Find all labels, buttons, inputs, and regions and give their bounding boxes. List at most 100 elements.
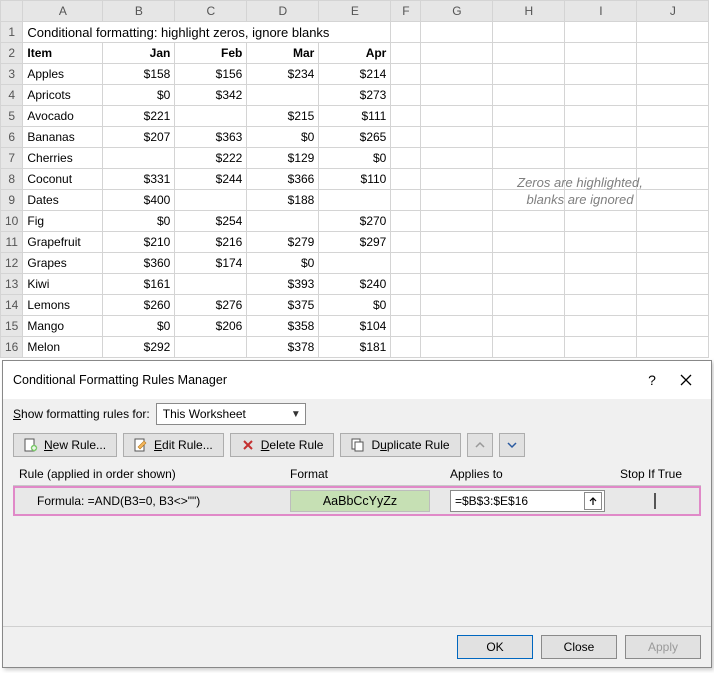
cell[interactable]: Apples <box>23 64 103 85</box>
row-header[interactable]: 2 <box>1 43 23 64</box>
cell[interactable]: $188 <box>247 190 319 211</box>
cell[interactable]: $375 <box>247 295 319 316</box>
cell[interactable] <box>637 295 709 316</box>
cell[interactable]: Grapefruit <box>23 232 103 253</box>
cell[interactable] <box>421 148 493 169</box>
cell[interactable] <box>637 253 709 274</box>
cell[interactable] <box>493 337 565 358</box>
cell[interactable]: $273 <box>319 85 391 106</box>
cell[interactable] <box>565 148 637 169</box>
cell[interactable]: $360 <box>103 253 175 274</box>
cell[interactable] <box>493 190 565 211</box>
cell[interactable]: $216 <box>175 232 247 253</box>
cell[interactable]: $260 <box>103 295 175 316</box>
cell[interactable]: $181 <box>319 337 391 358</box>
col-header[interactable]: E <box>319 1 391 22</box>
cell[interactable] <box>391 295 421 316</box>
cell[interactable]: $270 <box>319 211 391 232</box>
row-header[interactable]: 8 <box>1 169 23 190</box>
cell[interactable] <box>319 190 391 211</box>
cell[interactable] <box>493 232 565 253</box>
close-icon[interactable] <box>669 369 703 391</box>
cell[interactable] <box>391 211 421 232</box>
col-header[interactable]: C <box>175 1 247 22</box>
cell[interactable] <box>637 190 709 211</box>
cell[interactable] <box>493 253 565 274</box>
cell[interactable]: $363 <box>175 127 247 148</box>
cell[interactable]: $156 <box>175 64 247 85</box>
cell[interactable]: $0 <box>103 85 175 106</box>
cell[interactable]: Grapes <box>23 253 103 274</box>
cell[interactable]: $104 <box>319 316 391 337</box>
cell[interactable] <box>391 274 421 295</box>
cell[interactable]: $158 <box>103 64 175 85</box>
cell[interactable]: Lemons <box>23 295 103 316</box>
range-picker-icon[interactable] <box>584 492 602 510</box>
cell[interactable] <box>637 232 709 253</box>
move-down-button[interactable] <box>499 433 525 457</box>
cell[interactable] <box>421 22 493 43</box>
delete-rule-button[interactable]: Delete Rule <box>230 433 335 457</box>
cell[interactable] <box>565 190 637 211</box>
col-header[interactable]: F <box>391 1 421 22</box>
cell[interactable]: $234 <box>247 64 319 85</box>
cell[interactable]: Bananas <box>23 127 103 148</box>
cell[interactable] <box>421 127 493 148</box>
rule-list-item[interactable]: Formula: =AND(B3=0, B3<>"") AaBbCcYyZz =… <box>13 486 701 516</box>
cell[interactable]: $161 <box>103 274 175 295</box>
cell[interactable] <box>565 106 637 127</box>
row-header[interactable]: 7 <box>1 148 23 169</box>
cell[interactable]: $378 <box>247 337 319 358</box>
cell[interactable]: $292 <box>103 337 175 358</box>
cell[interactable] <box>637 85 709 106</box>
row-header[interactable]: 14 <box>1 295 23 316</box>
cell[interactable]: $244 <box>175 169 247 190</box>
cell[interactable] <box>319 253 391 274</box>
cell[interactable] <box>391 190 421 211</box>
cell[interactable] <box>493 295 565 316</box>
cell[interactable] <box>565 43 637 64</box>
cell[interactable] <box>565 337 637 358</box>
cell[interactable] <box>493 316 565 337</box>
cell[interactable] <box>493 127 565 148</box>
col-header[interactable]: G <box>421 1 493 22</box>
cell[interactable] <box>565 295 637 316</box>
cell[interactable]: $342 <box>175 85 247 106</box>
cell[interactable] <box>637 316 709 337</box>
cell[interactable]: $0 <box>103 211 175 232</box>
show-rules-select[interactable]: This Worksheet ▼ <box>156 403 306 425</box>
cell[interactable] <box>421 295 493 316</box>
col-header[interactable]: B <box>103 1 175 22</box>
cell[interactable] <box>175 274 247 295</box>
cell[interactable]: Coconut <box>23 169 103 190</box>
cell[interactable]: $215 <box>247 106 319 127</box>
cell[interactable] <box>247 85 319 106</box>
cell[interactable] <box>493 43 565 64</box>
cell[interactable] <box>493 106 565 127</box>
cell[interactable]: $358 <box>247 316 319 337</box>
cell[interactable]: $222 <box>175 148 247 169</box>
move-up-button[interactable] <box>467 433 493 457</box>
cell[interactable] <box>637 274 709 295</box>
cell[interactable] <box>421 316 493 337</box>
cell[interactable] <box>391 316 421 337</box>
close-button[interactable]: Close <box>541 635 617 659</box>
cell[interactable]: $214 <box>319 64 391 85</box>
help-button[interactable]: ? <box>635 369 669 391</box>
cell[interactable] <box>637 64 709 85</box>
select-all-corner[interactable] <box>1 1 23 22</box>
cell[interactable]: Cherries <box>23 148 103 169</box>
cell[interactable] <box>565 22 637 43</box>
col-header[interactable]: D <box>247 1 319 22</box>
cell[interactable] <box>391 43 421 64</box>
row-header[interactable]: 4 <box>1 85 23 106</box>
cell[interactable] <box>421 211 493 232</box>
spreadsheet-grid[interactable]: A B C D E F G H I J 1 Conditional format… <box>0 0 709 358</box>
header-cell[interactable]: Item <box>23 43 103 64</box>
col-header[interactable]: H <box>493 1 565 22</box>
duplicate-rule-button[interactable]: Duplicate Rule <box>340 433 460 457</box>
cell[interactable]: $207 <box>103 127 175 148</box>
header-cell[interactable]: Jan <box>103 43 175 64</box>
row-header[interactable]: 3 <box>1 64 23 85</box>
cell[interactable] <box>493 85 565 106</box>
